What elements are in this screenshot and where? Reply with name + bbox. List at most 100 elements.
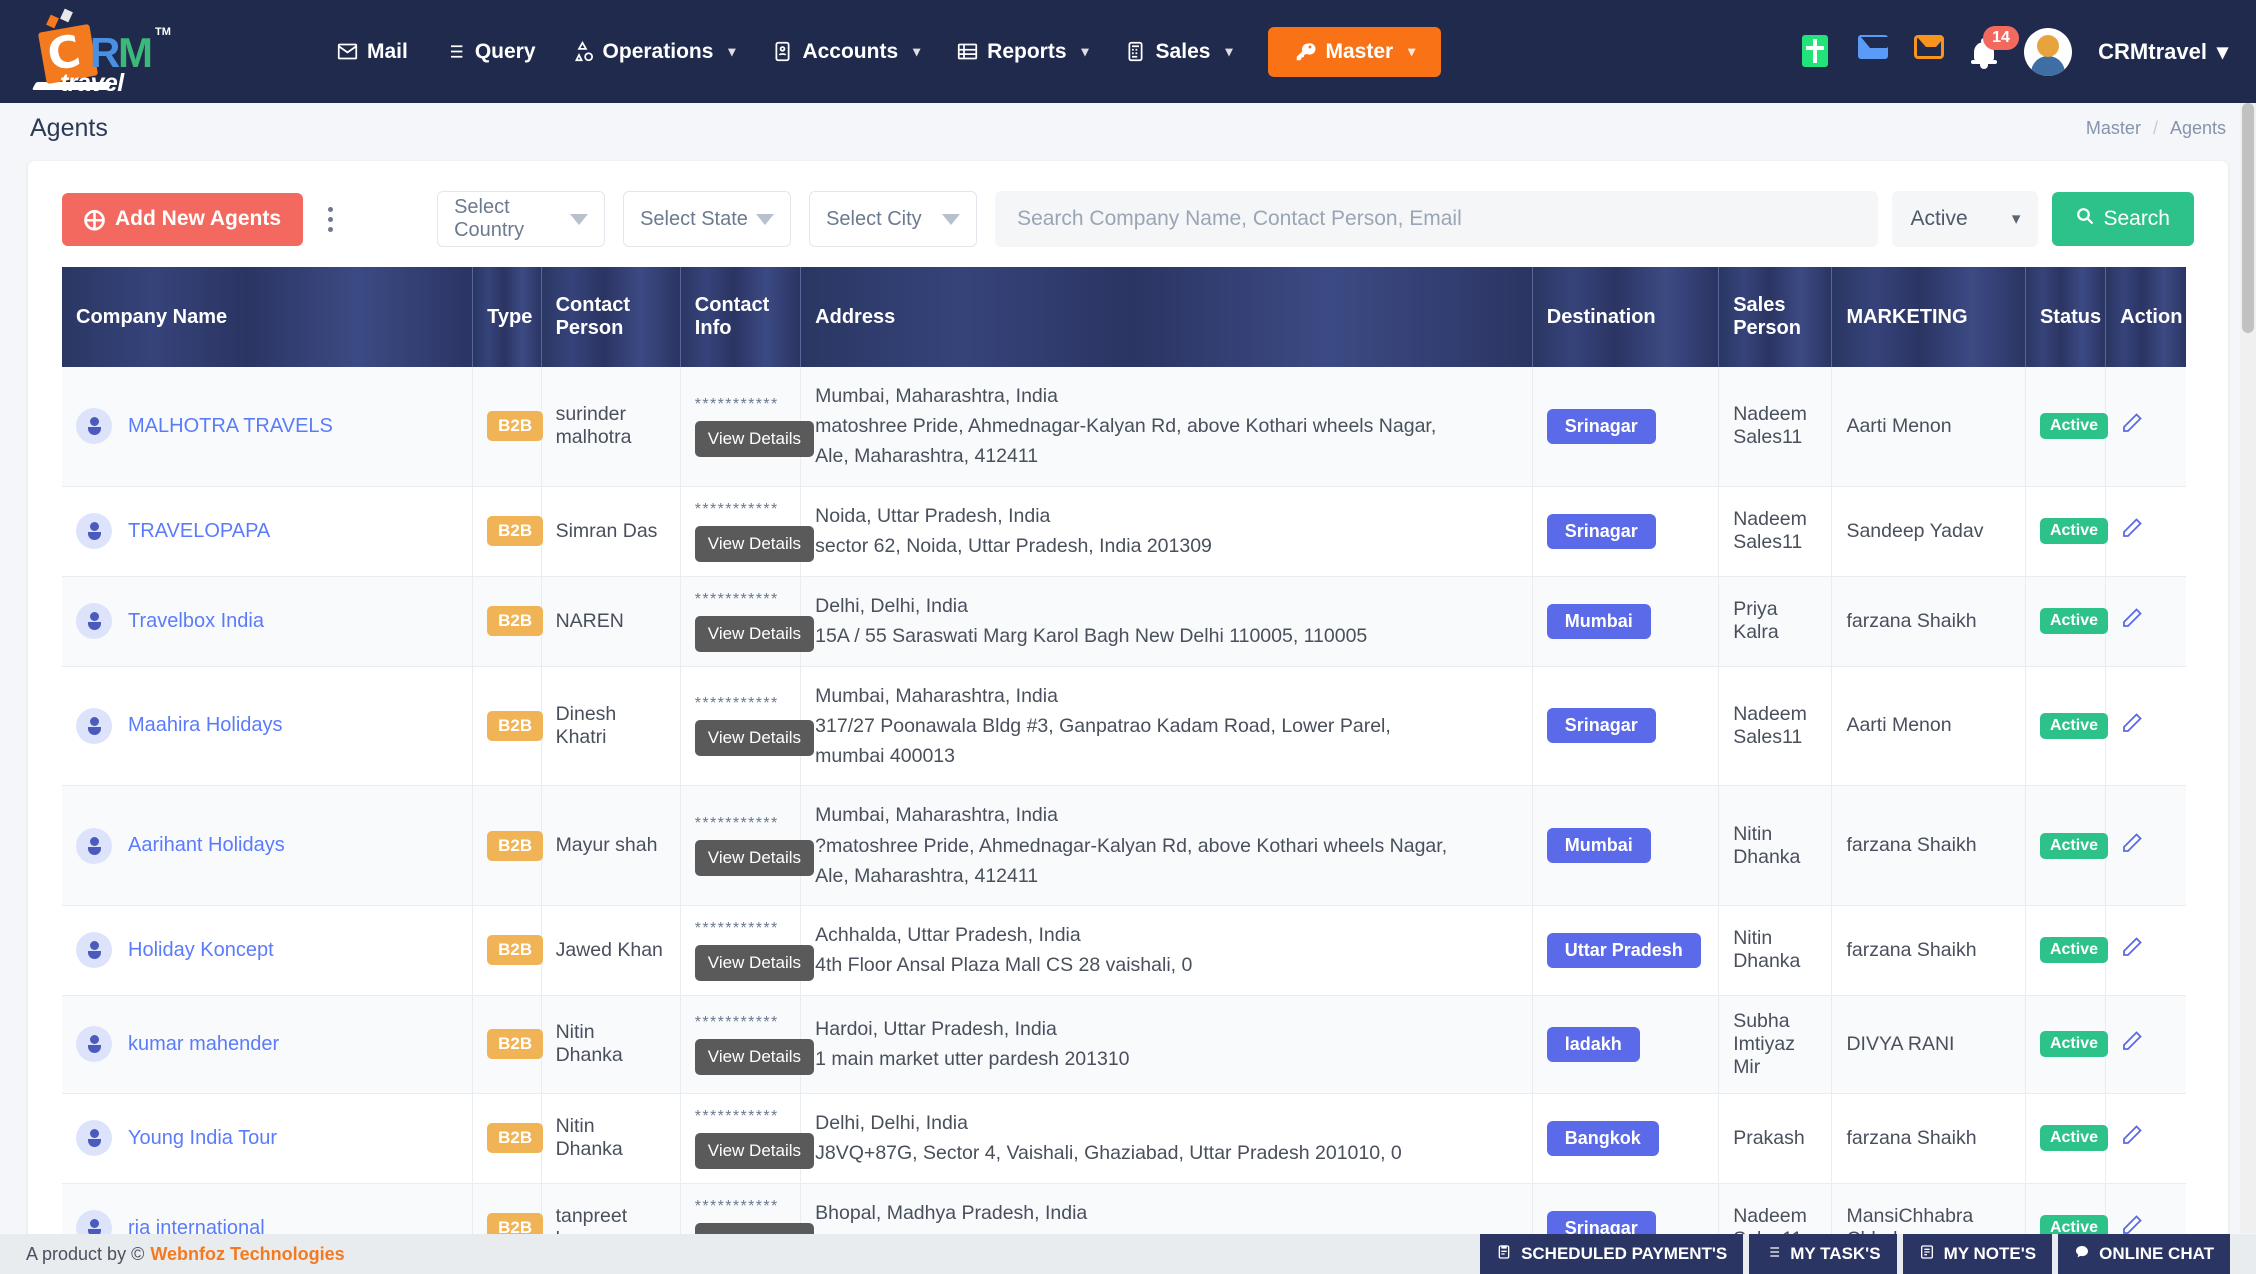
cell-company-name: Travelbox India [62,576,473,666]
col-marketing[interactable]: MARKETING [1832,267,2026,367]
country-select[interactable]: Select Country [437,191,605,247]
nav-item-reports[interactable]: Reports ▾ [942,29,1102,75]
col-destination[interactable]: Destination [1532,267,1718,367]
nav-label: Accounts [802,40,898,64]
address-line: J8VQ+87G, Sector 4, Vaishali, Ghaziabad,… [815,1138,1518,1168]
my-notes-button[interactable]: MY NOTE'S [1903,1234,2053,1274]
footer-credit-brand[interactable]: Webnfoz Technologies [150,1244,344,1265]
col-status[interactable]: Status [2025,267,2105,367]
more-vertical-icon[interactable] [315,207,345,232]
nav-label: Master [1325,40,1393,64]
edit-pencil-icon[interactable] [2120,1123,2144,1153]
logo-trademark: TM [155,26,171,38]
company-name-link[interactable]: Holiday Koncept [128,939,274,962]
my-tasks-button[interactable]: MY TASK'S [1749,1234,1896,1274]
view-details-button[interactable]: View Details [695,840,814,876]
nav-item-operations[interactable]: Operations ▾ [558,29,750,75]
status-badge: Active [2040,413,2108,439]
view-details-button[interactable]: View Details [695,526,814,562]
col-contact-info[interactable]: Contact Info [680,267,800,367]
edit-pencil-icon[interactable] [2120,606,2144,636]
company-name-link[interactable]: TRAVELOPAPA [128,520,270,543]
status-select[interactable]: Active ▾ [1892,191,2038,247]
view-details-button[interactable]: View Details [695,720,814,756]
col-action[interactable]: Action [2106,267,2186,367]
view-details-button[interactable]: View Details [695,945,814,981]
nav-item-master[interactable]: Master ▾ [1268,27,1441,77]
company-name-link[interactable]: Young India Tour [128,1127,277,1150]
destination-badge: ladakh [1547,1027,1640,1062]
address-line: Mumbai, Maharashtra, India [815,681,1518,711]
cell-type: B2B [473,367,541,486]
nav-item-mail[interactable]: Mail [322,29,422,75]
col-company-name[interactable]: Company Name [62,267,473,367]
company-name-link[interactable]: Aarihant Holidays [128,834,285,857]
edit-pencil-icon[interactable] [2120,935,2144,965]
cell-contact-info: ***********View Details [680,576,800,666]
notification-bell-icon[interactable]: 14 [1970,35,1998,69]
agent-avatar-icon [76,828,112,864]
nav-label: Sales [1156,40,1211,64]
state-select[interactable]: Select State [623,191,791,247]
view-details-button[interactable]: View Details [695,421,814,457]
address-line: Bhopal, Madhya Pradesh, India [815,1198,1518,1228]
breadcrumb-parent[interactable]: Master [2086,118,2141,139]
col-sales-person[interactable]: Sales Person [1719,267,1832,367]
edit-pencil-icon[interactable] [2120,711,2144,741]
orange-mail-edit-icon[interactable] [1914,35,1944,69]
cell-action [2106,1093,2186,1183]
search-button-label: Search [2103,207,2170,231]
company-name-link[interactable]: MALHOTRA TRAVELS [128,415,333,438]
page-scrollbar[interactable] [2240,103,2256,1233]
status-badge: Active [2040,937,2108,963]
avatar[interactable] [2024,28,2072,76]
list-icon [444,41,466,63]
edit-pencil-icon[interactable] [2120,411,2144,441]
edit-pencil-icon[interactable] [2120,516,2144,546]
crm-travel-logo: C R M TM travel [22,12,172,92]
scrollbar-thumb[interactable] [2242,103,2254,333]
company-name-link[interactable]: Maahira Holidays [128,714,283,737]
cell-action [2106,576,2186,666]
col-address[interactable]: Address [801,267,1533,367]
chevron-down-icon [570,214,588,225]
user-menu[interactable]: CRMtravel ▾ [2098,39,2228,65]
nav-item-accounts[interactable]: Accounts ▾ [757,29,934,75]
cell-address: Delhi, Delhi, IndiaJ8VQ+87G, Sector 4, V… [801,1093,1533,1183]
address-line: sector 62, Noida, Uttar Pradesh, India 2… [815,531,1518,561]
nav-item-sales[interactable]: Sales ▾ [1111,29,1247,75]
chevron-down-icon: ▾ [728,43,735,60]
blue-mail-sync-icon[interactable] [1858,35,1888,69]
add-new-agents-button[interactable]: ⨁ Add New Agents [62,193,303,246]
table-row: kumar mahenderB2BNitin Dhanka***********… [62,995,2186,1093]
address-line: 317/27 Poonawala Bldg #3, Ganpatrao Kada… [815,711,1518,741]
online-chat-button[interactable]: ONLINE CHAT [2058,1234,2230,1274]
col-contact-person[interactable]: Contact Person [541,267,680,367]
footer-credit-prefix: A product by © [26,1244,144,1265]
status-badge: Active [2040,833,2108,859]
view-details-button[interactable]: View Details [695,616,814,652]
green-plus-icon[interactable] [1802,35,1832,69]
cell-company-name: MALHOTRA TRAVELS [62,367,473,486]
nav-item-query[interactable]: Query [430,29,550,75]
search-input[interactable] [995,191,1878,247]
view-details-button[interactable]: View Details [695,1039,814,1075]
top-navbar: C R M TM travel Mail Query Operations ▾ [0,0,2256,103]
city-select[interactable]: Select City [809,191,977,247]
edit-pencil-icon[interactable] [2120,831,2144,861]
col-type[interactable]: Type [473,267,541,367]
brand-logo[interactable]: C R M TM travel [22,12,322,92]
cell-contact-person: surinder malhotra [541,367,680,486]
view-details-button[interactable]: View Details [695,1133,814,1169]
masked-contact: *********** [695,1014,786,1032]
scheduled-payments-button[interactable]: SCHEDULED PAYMENT'S [1480,1234,1743,1274]
company-name-link[interactable]: Travelbox India [128,610,264,633]
breadcrumb-separator: / [2153,118,2158,139]
company-name-link[interactable]: kumar mahender [128,1033,279,1056]
search-button[interactable]: Search [2052,192,2194,246]
cell-contact-person: Jawed Khan [541,905,680,995]
cell-marketing: farzana Shaikh [1832,576,2026,666]
edit-pencil-icon[interactable] [2120,1029,2144,1059]
cell-status: Active [2025,905,2105,995]
cell-status: Active [2025,995,2105,1093]
